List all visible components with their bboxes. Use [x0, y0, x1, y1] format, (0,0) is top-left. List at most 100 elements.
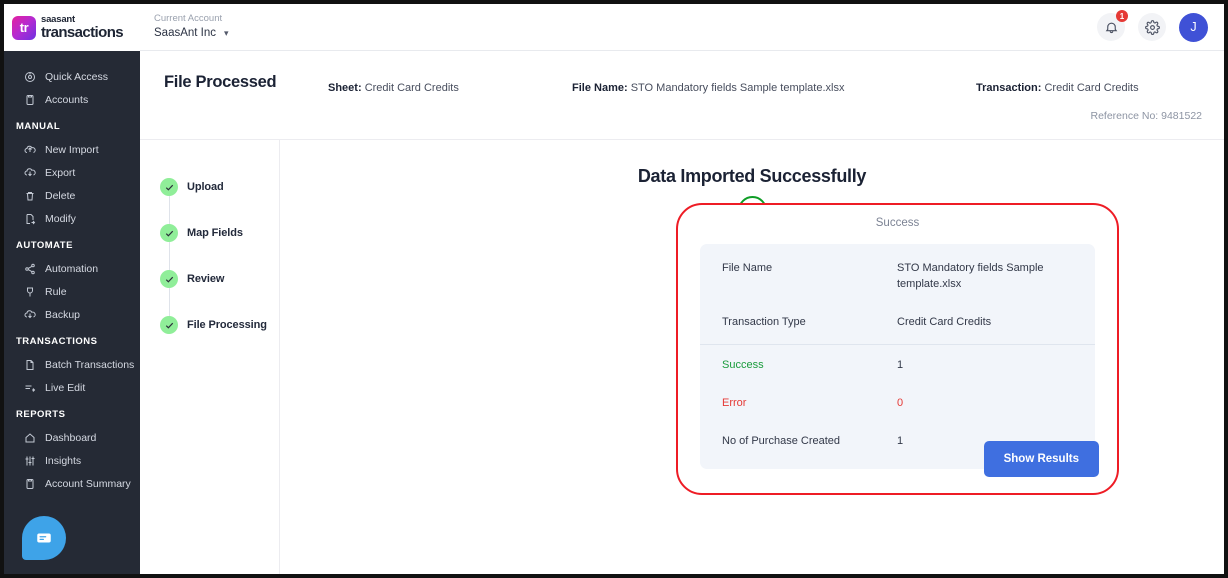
row-key: No of Purchase Created	[722, 434, 841, 447]
progress-stepper: Upload Map Fields Review File Processing	[140, 140, 280, 574]
current-account-selector[interactable]: Current Account SaasAnt Inc ▾	[154, 12, 229, 40]
check-icon	[160, 224, 178, 242]
sidebar-item-export[interactable]: Export	[4, 161, 140, 184]
current-account-value[interactable]: SaasAnt Inc ▾	[154, 27, 229, 40]
row-value: 0	[897, 396, 904, 409]
transaction-meta: Transaction: Credit Card Credits	[976, 82, 1139, 94]
brand-name-top: saasant	[41, 13, 75, 25]
step-map-fields[interactable]: Map Fields	[140, 210, 279, 274]
sidebar-section-transactions: TRANSACTIONS	[16, 336, 98, 347]
show-results-button[interactable]: Show Results	[983, 441, 1099, 477]
step-upload[interactable]: Upload	[140, 164, 279, 228]
sidebar-item-label: Account Summary	[45, 477, 131, 490]
summary-table: File Name STO Mandatory fields Sample te…	[700, 244, 1095, 469]
sidebar-item-label: Delete	[45, 189, 76, 202]
logo-mark-icon: tr	[12, 15, 36, 40]
sidebar-nav: Quick Access Accounts MANUAL New Import …	[4, 51, 140, 495]
main-content: Upload Map Fields Review File Processing…	[140, 140, 1224, 574]
backup-cloud-icon	[23, 308, 36, 321]
sidebar-item-modify[interactable]: Modify	[4, 207, 140, 230]
sidebar-item-label: Rule	[45, 285, 67, 298]
document-icon	[23, 358, 36, 371]
sidebar-item-label: Batch Transactions	[45, 358, 135, 371]
chat-support-button[interactable]	[22, 516, 66, 560]
notifications-button[interactable]: 1	[1097, 10, 1128, 41]
sidebar-item-insights[interactable]: Insights	[4, 449, 140, 472]
sidebar-section-automate: AUTOMATE	[16, 240, 73, 251]
step-label: File Processing	[187, 319, 267, 331]
step-label: Map Fields	[187, 227, 243, 239]
result-heading: Data Imported Successfully	[637, 166, 867, 186]
sidebar-item-label: Automation	[45, 262, 99, 275]
table-row: Transaction Type Credit Card Credits	[700, 304, 1095, 342]
sliders-icon	[23, 454, 36, 467]
sidebar-item-batch-transactions[interactable]: Batch Transactions	[4, 353, 140, 376]
transaction-value: Credit Card Credits	[1044, 82, 1139, 94]
check-icon	[160, 270, 178, 288]
sidebar-item-quick-access[interactable]: Quick Access	[4, 65, 140, 88]
sidebar-item-account-summary[interactable]: Account Summary	[4, 472, 140, 495]
account-name-text: SaasAnt Inc	[154, 26, 217, 39]
row-divider	[700, 343, 1095, 345]
brand-logo[interactable]: tr saasant transactions	[4, 4, 140, 51]
clipboard-icon	[23, 93, 36, 106]
success-summary-card: Success File Name STO Mandatory fields S…	[676, 203, 1119, 495]
table-row: Success 1	[700, 347, 1095, 385]
target-icon	[23, 70, 36, 83]
sidebar-item-accounts[interactable]: Accounts	[4, 88, 140, 111]
step-file-processing[interactable]: File Processing	[140, 302, 279, 348]
logo-mark-text: tr	[19, 20, 29, 35]
current-account-label: Current Account	[154, 12, 223, 24]
sidebar-item-label: Live Edit	[45, 381, 86, 394]
bell-icon	[1105, 22, 1117, 33]
rule-icon	[23, 285, 36, 298]
brand-wordmark: saasant transactions	[41, 13, 124, 42]
result-panel: Data Imported Successfully Success File …	[280, 140, 1224, 574]
sidebar-section-manual: MANUAL	[16, 121, 61, 132]
reference-number: Reference No: 9481522	[1090, 110, 1203, 122]
sheet-label: Sheet:	[328, 82, 362, 94]
row-key: File Name	[722, 262, 773, 274]
row-key: Error	[722, 396, 747, 409]
card-actions: Show Results	[983, 441, 1099, 477]
file-name-label: File Name:	[572, 82, 628, 94]
sidebar-item-backup[interactable]: Backup	[4, 303, 140, 326]
sidebar-item-label: Modify	[45, 212, 76, 225]
sidebar-item-new-import[interactable]: New Import	[4, 138, 140, 161]
sidebar-item-delete[interactable]: Delete	[4, 184, 140, 207]
sidebar-item-label: Insights	[45, 454, 82, 467]
check-icon	[160, 316, 178, 334]
sidebar-item-label: Dashboard	[45, 431, 97, 444]
row-key: Success	[722, 358, 764, 371]
sidebar-item-automation[interactable]: Automation	[4, 257, 140, 280]
user-avatar[interactable]: J	[1179, 12, 1208, 42]
sidebar-item-label: Quick Access	[45, 70, 109, 83]
chevron-down-icon: ▾	[224, 28, 229, 39]
share-nodes-icon	[23, 262, 36, 275]
step-label: Review	[187, 273, 225, 285]
page-title: File Processed	[164, 73, 277, 91]
sidebar: tr saasant transactions Quick Access Acc…	[4, 4, 140, 574]
clipboard-icon	[23, 477, 36, 490]
gear-icon	[1144, 19, 1160, 35]
table-row: File Name STO Mandatory fields Sample te…	[700, 250, 1095, 304]
sidebar-item-dashboard[interactable]: Dashboard	[4, 426, 140, 449]
sidebar-item-live-edit[interactable]: Live Edit	[4, 376, 140, 399]
topbar: Current Account SaasAnt Inc ▾ 1 J	[140, 4, 1224, 51]
sidebar-item-label: Export	[45, 166, 76, 179]
sheet-meta: Sheet: Credit Card Credits	[328, 82, 459, 94]
settings-button[interactable]	[1138, 13, 1166, 41]
file-edit-icon	[23, 212, 36, 225]
check-icon	[160, 178, 178, 196]
brand-name-bottom: transactions	[41, 24, 124, 42]
download-cloud-icon	[23, 166, 36, 179]
app-window: tr saasant transactions Quick Access Acc…	[0, 0, 1228, 578]
row-value: STO Mandatory fields Sample template.xls…	[897, 262, 1044, 290]
live-edit-icon	[23, 381, 36, 394]
step-review[interactable]: Review	[140, 256, 279, 320]
sidebar-item-rule[interactable]: Rule	[4, 280, 140, 303]
file-name-value: STO Mandatory fields Sample template.xls…	[630, 82, 845, 94]
sidebar-item-label: Accounts	[45, 93, 89, 106]
sidebar-section-reports: REPORTS	[16, 409, 66, 420]
sheet-value: Credit Card Credits	[364, 82, 459, 94]
